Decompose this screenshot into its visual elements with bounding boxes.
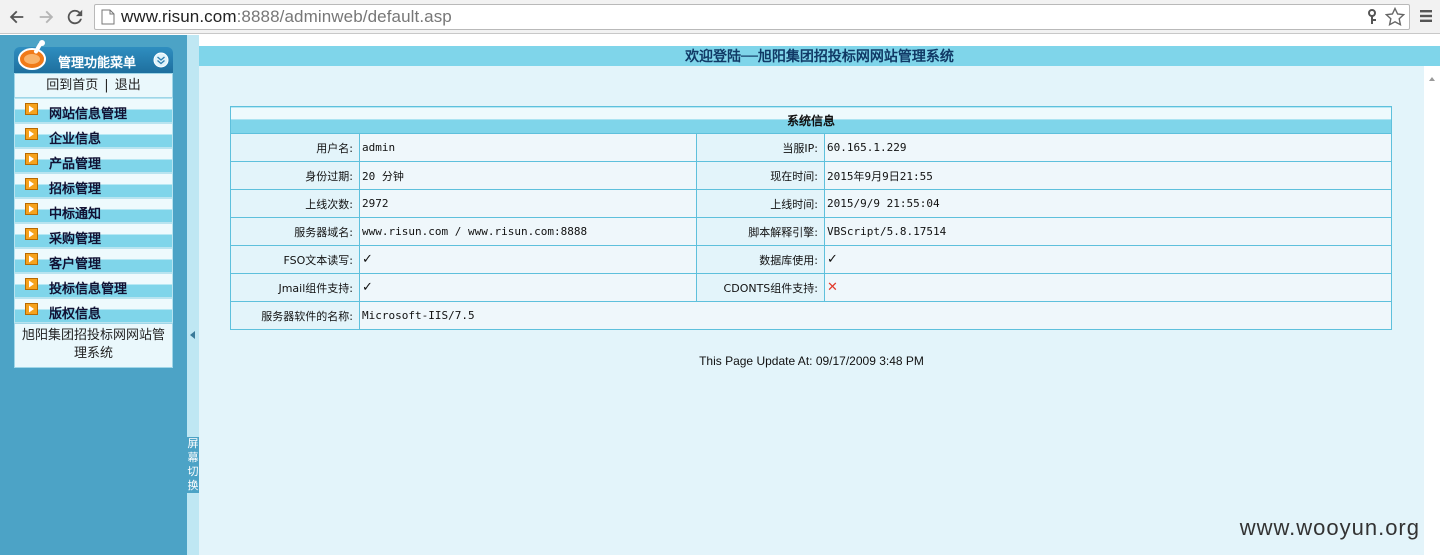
sidebar-item-label: 招标管理 — [49, 182, 102, 197]
screen-toggle-splitter[interactable]: 屏幕切换 — [187, 35, 199, 555]
field-value: ✓ — [824, 245, 1392, 274]
field-label: 身份过期: — [230, 161, 360, 190]
address-bar[interactable]: www.risun.com:8888/adminweb/default.asp — [94, 4, 1410, 30]
page-icon — [101, 9, 115, 25]
check-icon: ✓ — [362, 280, 373, 295]
screen-toggle-label[interactable]: 屏幕切换 — [187, 437, 199, 493]
sidebar-item-label: 客户管理 — [49, 257, 102, 272]
hamburger-menu-icon[interactable] — [1418, 8, 1434, 24]
orange-arrow-icon — [25, 103, 38, 115]
sidebar-item-customers[interactable]: 客户管理 — [14, 248, 173, 273]
field-value: ✓ — [359, 273, 697, 302]
home-link[interactable]: 回到首页 — [46, 78, 98, 93]
field-label: 服务器域名: — [230, 217, 360, 246]
field-value: ✕ — [824, 273, 1392, 302]
orange-arrow-icon — [25, 128, 38, 140]
sidebar: 管理功能菜单 回到首页 | 退出 网站信息管理 企业信息 产品管理 招标管理 中标通… — [0, 35, 187, 555]
sidebar-item-site-info[interactable]: 网站信息管理 — [14, 98, 173, 123]
main-topbar — [199, 35, 1440, 46]
collapse-chevron-icon[interactable] — [153, 52, 169, 68]
vertical-scrollbar[interactable] — [1424, 66, 1440, 555]
field-value: admin — [359, 133, 697, 162]
welcome-banner: 欢迎登陆──旭阳集团招投标网网站管理系统 — [199, 46, 1440, 66]
logout-link[interactable]: 退出 — [115, 78, 141, 93]
sidebar-item-label: 投标信息管理 — [49, 282, 128, 297]
field-label: 数据库使用: — [696, 245, 825, 274]
sidebar-item-label: 网站信息管理 — [49, 107, 128, 122]
orange-arrow-icon — [25, 253, 38, 265]
orange-arrow-icon — [25, 278, 38, 290]
field-label: 当服IP: — [696, 133, 825, 162]
field-value: 2015年9月9日21:55 — [824, 161, 1392, 190]
check-icon: ✓ — [827, 252, 838, 267]
table-row: 身份过期: 20 分钟 现在时间: 2015年9月9日21:55 — [230, 161, 1392, 190]
content-panel: 系统信息 用户名: admin 当服IP: 60.165.1.229 身份过期:… — [199, 66, 1424, 555]
sidebar-item-copyright[interactable]: 版权信息 — [14, 298, 173, 323]
orange-arrow-icon — [25, 203, 38, 215]
sidebar-item-tenders[interactable]: 招标管理 — [14, 173, 173, 198]
table-row: 上线次数: 2972 上线时间: 2015/9/9 21:55:04 — [230, 189, 1392, 218]
cross-icon: ✕ — [827, 280, 838, 295]
sidebar-item-label: 产品管理 — [49, 157, 102, 172]
orange-arrow-icon — [25, 228, 38, 240]
field-label: 上线时间: — [696, 189, 825, 218]
menu-title: 管理功能菜单 — [58, 56, 137, 71]
menu-header: 管理功能菜单 — [14, 40, 173, 73]
field-value: 20 分钟 — [359, 161, 697, 190]
page-update-text: This Page Update At: 09/17/2009 3:48 PM — [699, 354, 924, 368]
field-value: 60.165.1.229 — [824, 133, 1392, 162]
welcome-text: 欢迎登陆──旭阳集团招投标网网站管理系统 — [685, 49, 954, 65]
watermark: www.wooyun.org — [1239, 515, 1420, 540]
table-caption: 系统信息 — [230, 106, 1392, 134]
field-label: Jmail组件支持: — [230, 273, 360, 302]
field-value: www.risun.com / www.risun.com:8888 — [359, 217, 697, 246]
table-row: FSO文本读写: ✓ 数据库使用: ✓ — [230, 245, 1392, 274]
sidebar-item-label: 版权信息 — [49, 307, 102, 322]
field-value: ✓ — [359, 245, 697, 274]
table-row: 服务器域名: www.risun.com / www.risun.com:888… — [230, 217, 1392, 246]
field-value: Microsoft-IIS/7.5 — [359, 301, 1392, 330]
reload-icon[interactable] — [64, 6, 86, 28]
menu-footer: 旭阳集团招投标网网站管理系统 — [14, 323, 173, 368]
field-label: FSO文本读写: — [230, 245, 360, 274]
sidebar-item-award-notice[interactable]: 中标通知 — [14, 198, 173, 223]
link-separator: | — [104, 78, 109, 93]
sidebar-item-products[interactable]: 产品管理 — [14, 148, 173, 173]
field-label: 用户名: — [230, 133, 360, 162]
url-text[interactable]: www.risun.com:8888/adminweb/default.asp — [121, 7, 452, 27]
field-value: 2972 — [359, 189, 697, 218]
sidebar-item-label: 企业信息 — [49, 132, 102, 147]
check-icon: ✓ — [362, 252, 373, 267]
table-row: 用户名: admin 当服IP: 60.165.1.229 — [230, 133, 1392, 162]
browser-toolbar: www.risun.com:8888/adminweb/default.asp — [0, 0, 1440, 34]
orange-arrow-icon — [25, 303, 38, 315]
orange-arrow-icon — [25, 178, 38, 190]
field-label: 服务器软件的名称: — [230, 301, 360, 330]
table-row: 服务器软件的名称: Microsoft-IIS/7.5 — [230, 301, 1392, 330]
field-value: VBScript/5.8.17514 — [824, 217, 1392, 246]
star-icon[interactable] — [1385, 7, 1405, 27]
field-label: CDONTS组件支持: — [696, 273, 825, 302]
drumstick-logo-icon — [18, 40, 46, 70]
table-row: Jmail组件支持: ✓ CDONTS组件支持: ✕ — [230, 273, 1392, 302]
key-icon[interactable] — [1365, 9, 1379, 25]
menu-links: 回到首页 | 退出 — [14, 73, 173, 98]
sidebar-item-company-info[interactable]: 企业信息 — [14, 123, 173, 148]
back-arrow-icon[interactable] — [6, 6, 28, 28]
orange-arrow-icon — [25, 153, 38, 165]
sidebar-item-bid-info[interactable]: 投标信息管理 — [14, 273, 173, 298]
field-value: 2015/9/9 21:55:04 — [824, 189, 1392, 218]
sidebar-item-label: 中标通知 — [49, 207, 102, 222]
forward-arrow-icon[interactable] — [35, 6, 57, 28]
sidebar-item-procurement[interactable]: 采购管理 — [14, 223, 173, 248]
sidebar-item-label: 采购管理 — [49, 232, 102, 247]
field-label: 上线次数: — [230, 189, 360, 218]
menu-panel: 管理功能菜单 回到首页 | 退出 网站信息管理 企业信息 产品管理 招标管理 中标通… — [14, 40, 173, 368]
collapse-triangle-icon[interactable] — [190, 331, 195, 339]
main-area: 欢迎登陆──旭阳集团招投标网网站管理系统 系统信息 用户名: admin 当服I… — [199, 35, 1440, 555]
scroll-up-arrow-icon[interactable] — [1429, 77, 1435, 81]
field-label: 脚本解释引擎: — [696, 217, 825, 246]
system-info-table: 系统信息 用户名: admin 当服IP: 60.165.1.229 身份过期:… — [230, 106, 1392, 330]
field-label: 现在时间: — [696, 161, 825, 190]
